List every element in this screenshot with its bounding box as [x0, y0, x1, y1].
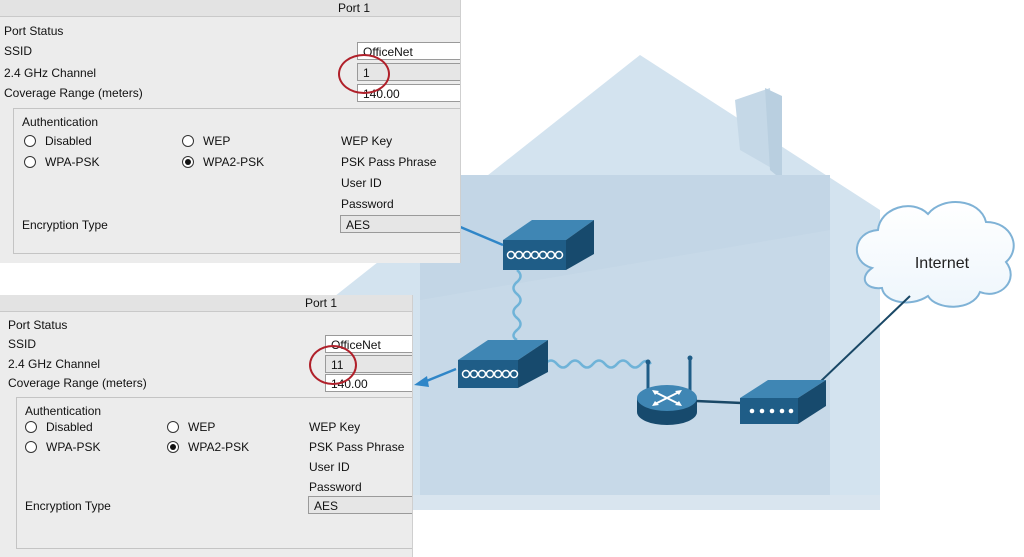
password-label: Password	[341, 197, 394, 211]
radio-disabled-circle[interactable]	[24, 135, 36, 147]
port-config-panel-1: Port 1 Port Status SSID OfficeNet 2.4 GH…	[0, 0, 461, 263]
user-id-label: User ID	[309, 460, 350, 474]
radio-disabled-label: Disabled	[45, 134, 92, 148]
channel-label: 2.4 GHz Channel	[4, 66, 97, 80]
psk-pass-phrase-label: PSK Pass Phrase	[341, 155, 437, 169]
encryption-type-field[interactable]: AES	[308, 496, 412, 514]
radio-disabled-label: Disabled	[46, 420, 93, 434]
psk-pass-phrase-label: PSK Pass Phrase	[309, 440, 405, 454]
authentication-label: Authentication	[22, 115, 99, 129]
radio-wpa2-psk-label: WPA2-PSK	[188, 440, 250, 454]
channel-label: 2.4 GHz Channel	[8, 357, 101, 371]
encryption-type-label: Encryption Type	[25, 499, 111, 513]
panel-header: Port 1	[0, 295, 412, 312]
port-status-label: Port Status	[4, 24, 64, 38]
ssid-label: SSID	[8, 337, 37, 351]
radio-disabled[interactable]: Disabled	[25, 420, 93, 434]
port-status-label: Port Status	[8, 318, 68, 332]
authentication-box: Authentication Disabled WEP WPA-PSK WPA2…	[13, 108, 460, 254]
panel-title: Port 1	[338, 1, 371, 15]
radio-wpa-psk-label: WPA-PSK	[45, 155, 100, 169]
radio-wpa2-psk-circle[interactable]	[182, 156, 194, 168]
radio-wpa-psk[interactable]: WPA-PSK	[24, 155, 99, 169]
channel-highlight-circle	[309, 345, 357, 385]
ssid-label: SSID	[4, 44, 33, 58]
radio-wep-circle[interactable]	[167, 421, 179, 433]
wep-key-label: WEP Key	[309, 420, 361, 434]
radio-wpa2-psk[interactable]: WPA2-PSK	[182, 155, 264, 169]
radio-wpa-psk-circle[interactable]	[24, 156, 36, 168]
radio-wep-label: WEP	[188, 420, 216, 434]
panel-title: Port 1	[305, 296, 338, 310]
channel-highlight-circle	[338, 54, 390, 94]
radio-wpa2-psk-label: WPA2-PSK	[203, 155, 265, 169]
encryption-type-field[interactable]: AES	[340, 215, 460, 233]
radio-wpa-psk-label: WPA-PSK	[46, 440, 101, 454]
radio-wep[interactable]: WEP	[182, 134, 230, 148]
radio-wep[interactable]: WEP	[167, 420, 215, 434]
radio-wpa-psk[interactable]: WPA-PSK	[25, 440, 100, 454]
radio-wpa-psk-circle[interactable]	[25, 441, 37, 453]
radio-wpa2-psk[interactable]: WPA2-PSK	[167, 440, 249, 454]
password-label: Password	[309, 480, 362, 494]
radio-wep-circle[interactable]	[182, 135, 194, 147]
encryption-type-label: Encryption Type	[22, 218, 108, 232]
port-config-panel-2: Port 1 Port Status SSID OfficeNet 2.4 GH…	[0, 295, 413, 557]
coverage-label: Coverage Range (meters)	[4, 86, 143, 100]
wep-key-label: WEP Key	[341, 134, 393, 148]
panel-header: Port 1	[0, 0, 460, 17]
radio-disabled[interactable]: Disabled	[24, 134, 92, 148]
authentication-box: Authentication Disabled WEP WPA-PSK WPA2…	[16, 397, 412, 549]
internet-cloud: Internet	[855, 201, 1015, 308]
radio-wpa2-psk-circle[interactable]	[167, 441, 179, 453]
radio-wep-label: WEP	[203, 134, 231, 148]
authentication-label: Authentication	[25, 404, 102, 418]
internet-cloud-label: Internet	[915, 255, 970, 272]
radio-disabled-circle[interactable]	[25, 421, 37, 433]
coverage-label: Coverage Range (meters)	[8, 376, 147, 390]
user-id-label: User ID	[341, 176, 382, 190]
